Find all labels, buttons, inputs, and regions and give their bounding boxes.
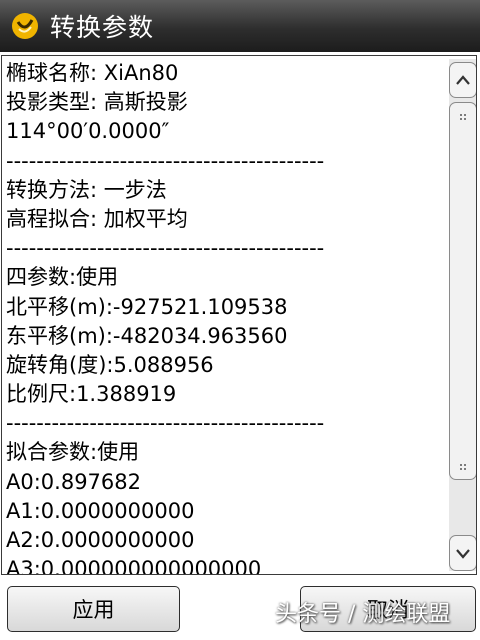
line-a2: A2:0.0000000000 [6, 528, 195, 552]
line-east-shift: 东平移(m):-482034.963560 [6, 323, 288, 348]
grip-dots-icon [460, 114, 466, 120]
apply-button[interactable]: 应用 [7, 586, 180, 632]
line-central-meridian: 114°00′0.0000″ [6, 119, 170, 144]
line-a3: A3:0.000000000000000 [6, 557, 262, 574]
app-logo-icon[interactable] [10, 11, 40, 41]
line-ellipsoid: 椭球名称: XiAn80 [6, 61, 179, 85]
separator-line: ----------------------------------------… [6, 236, 325, 261]
scroll-up-button[interactable] [449, 62, 476, 98]
grip-dots-icon [460, 464, 466, 470]
parameters-text[interactable]: 椭球名称: XiAn80 投影类型: 高斯投影 114°00′0.0000″ -… [6, 59, 446, 574]
separator-line: ----------------------------------------… [6, 148, 325, 173]
line-a1: A1:0.0000000000 [6, 498, 195, 523]
chevron-up-icon [456, 75, 470, 85]
line-rotation: 旋转角(度):5.088956 [6, 352, 214, 377]
line-north-shift: 北平移(m):-927521.109538 [6, 294, 288, 319]
vertical-scrollbar[interactable] [449, 59, 476, 571]
line-scale: 比例尺:1.388919 [6, 382, 177, 407]
parameters-panel: 椭球名称: XiAn80 投影类型: 高斯投影 114°00′0.0000″ -… [1, 55, 477, 575]
line-four-params: 四参数:使用 [6, 265, 119, 290]
line-fitting-params: 拟合参数:使用 [6, 440, 140, 465]
chevron-down-icon [456, 549, 470, 559]
separator-line: ----------------------------------------… [6, 411, 325, 436]
title-bar: 转换参数 [0, 0, 480, 52]
watermark-text: 头条号 / 测绘联盟 [275, 602, 451, 627]
line-projection-type: 投影类型: 高斯投影 [6, 90, 188, 115]
window-title: 转换参数 [50, 13, 155, 42]
scroll-down-button[interactable] [449, 535, 476, 571]
line-height-fitting: 高程拟合: 加权平均 [6, 206, 188, 231]
scroll-thumb[interactable] [449, 102, 476, 480]
line-transform-method: 转换方法: 一步法 [6, 177, 167, 202]
line-a0: A0:0.897682 [6, 469, 142, 494]
